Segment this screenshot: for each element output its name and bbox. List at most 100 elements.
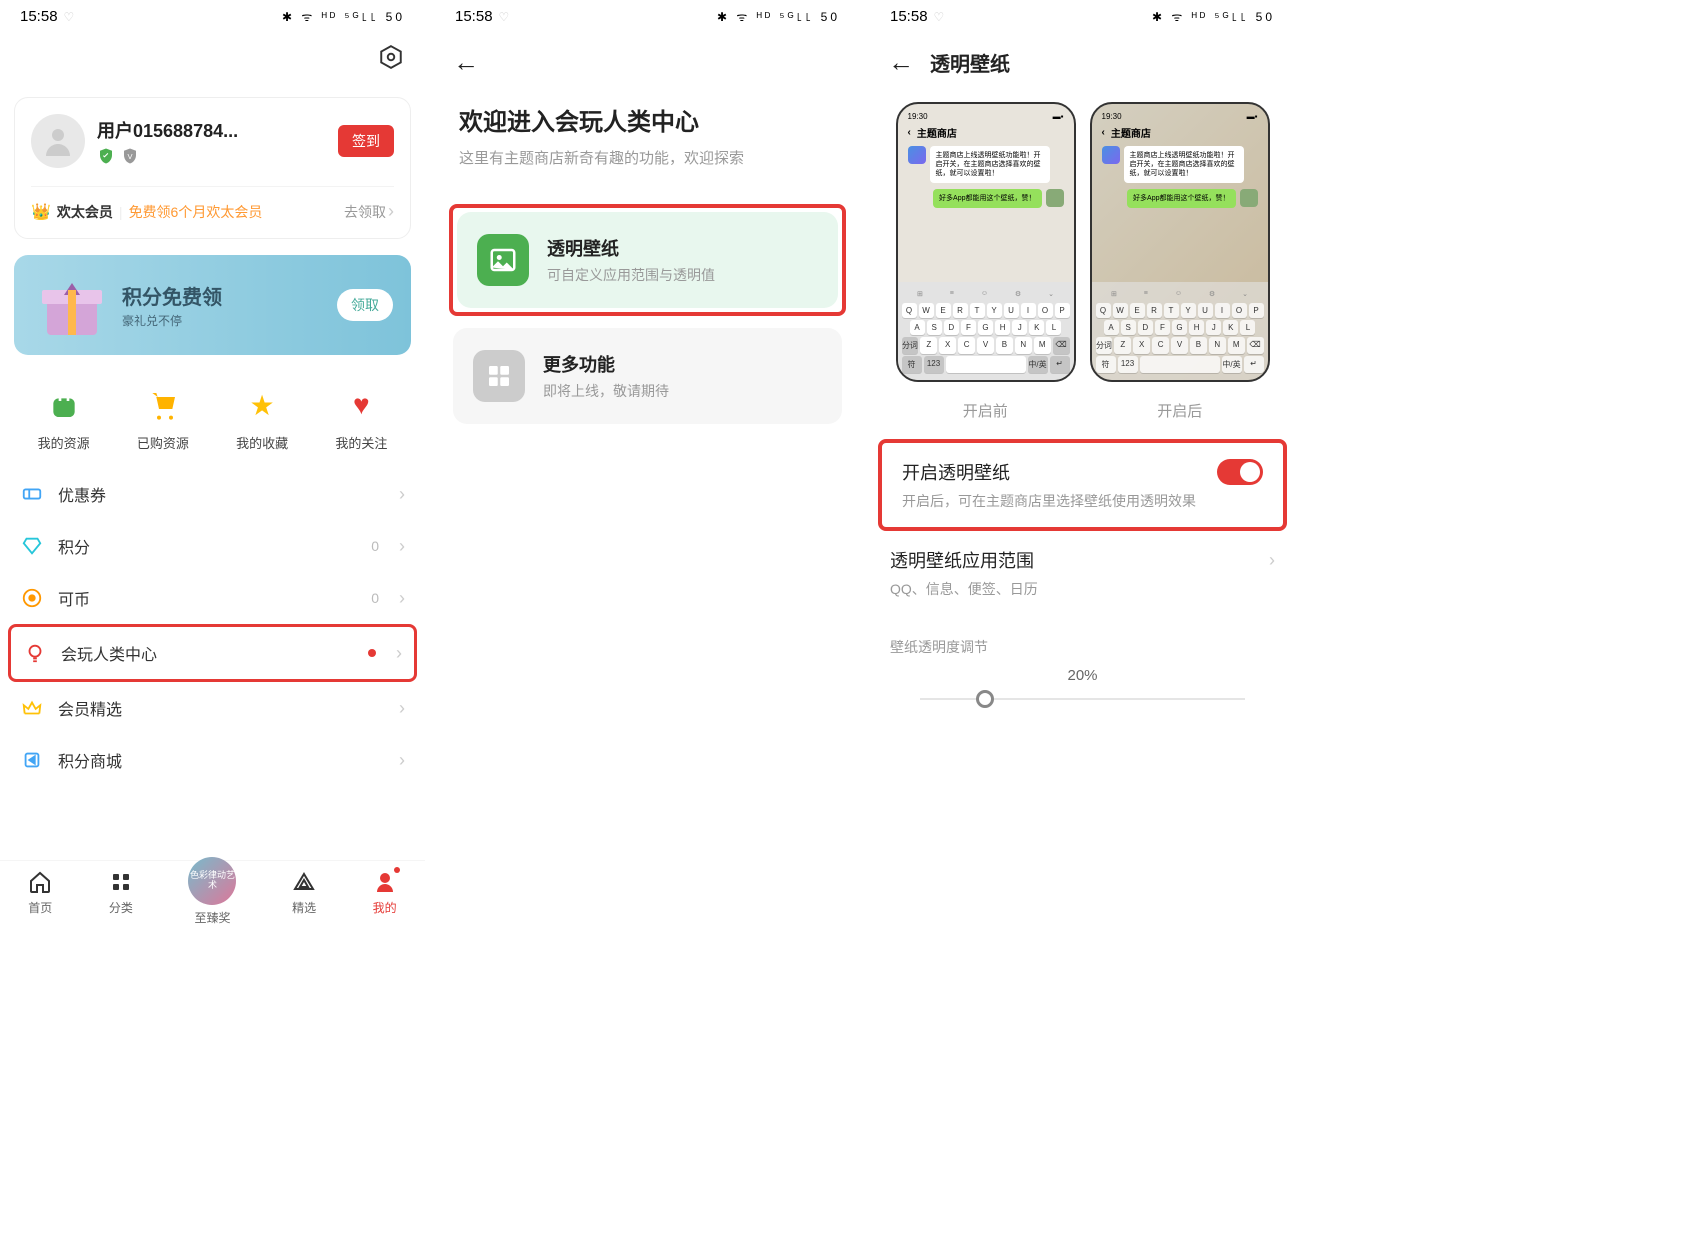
quick-favorites[interactable]: ★ 我的收藏 [236, 387, 288, 452]
quick-follow[interactable]: ♥ 我的关注 [335, 387, 387, 452]
member-promo: 免费领6个月欢太会员 [129, 202, 263, 222]
menu-points-mall[interactable]: 积分商城 › [14, 734, 411, 786]
setting-scope[interactable]: 透明壁纸应用范围 › QQ、信息、便签、日历 [870, 531, 1295, 615]
back-icon: ‹ [1102, 127, 1105, 138]
nav-home[interactable]: 首页 [27, 869, 53, 926]
status-time: 15:58 [455, 8, 493, 25]
quick-label: 我的关注 [335, 433, 387, 452]
settings-button[interactable] [0, 33, 425, 87]
home-icon [27, 869, 53, 895]
chevron-right-icon: › [399, 750, 405, 771]
nav-featured[interactable]: 精选 [291, 869, 317, 926]
shield-green-icon [97, 147, 115, 165]
heart-icon: ♡ [499, 10, 510, 24]
opacity-label: 壁纸透明度调节 [890, 637, 1275, 657]
feature-title: 透明壁纸 [547, 235, 715, 261]
feature-subtitle: 可自定义应用范围与透明值 [547, 265, 715, 285]
gear-icon [377, 43, 405, 71]
chat-avatar-icon [1102, 146, 1120, 164]
menu-points[interactable]: 积分 0 › [14, 520, 411, 572]
page-title: 透明壁纸 [930, 48, 1010, 77]
nav-category[interactable]: 分类 [108, 869, 134, 926]
opacity-slider[interactable] [920, 698, 1245, 700]
heart-icon: ♡ [64, 10, 75, 24]
menu-coin[interactable]: 可币 0 › [14, 572, 411, 624]
setting-enable[interactable]: 开启透明壁纸 开启后，可在主题商店里选择壁纸使用透明效果 [882, 443, 1283, 527]
toggle-switch[interactable] [1217, 459, 1263, 485]
status-bar: 15:58♡ ✱ ᯤ ᴴᴰ ⁵ᴳ꜖꜖ 50 [870, 0, 1295, 33]
menu-premium[interactable]: 会员精选 › [14, 682, 411, 734]
keyboard-preview: ⊞≡☺⚙⌄ QWERTYUIOP ASDFGHJKL 分词ZXCVBNM⌫ 符1… [898, 282, 1074, 380]
phone-screen-2: 15:58♡ ✱ ᯤ ᴴᴰ ⁵ᴳ꜖꜖ 50 ← 欢迎进入会玩人类中心 这里有主题… [435, 0, 860, 940]
feature-subtitle: 即将上线，敬请期待 [543, 381, 669, 401]
shield-gray-icon: V [121, 147, 139, 165]
nav-label: 分类 [109, 899, 133, 916]
points-banner[interactable]: 积分免费领 豪礼兑不停 领取 [14, 255, 411, 355]
chat-msg: 好多App都能用这个壁纸，赞！ [1127, 189, 1235, 208]
bulb-icon [23, 641, 47, 665]
nav-mine[interactable]: 我的 [372, 869, 398, 926]
image-icon [477, 234, 529, 286]
signin-button[interactable]: 签到 [338, 125, 394, 157]
highlight-annotation: 开启透明壁纸 开启后，可在主题商店里选择壁纸使用透明效果 [878, 439, 1287, 531]
header-row: ← 透明壁纸 [870, 33, 1295, 92]
user-badges: V [97, 147, 326, 165]
heart-icon: ♡ [934, 10, 945, 24]
triangle-icon [291, 869, 317, 895]
label-after: 开启后 [1157, 400, 1202, 421]
back-icon: ‹ [908, 127, 911, 138]
status-icons: ✱ ᯤ ᴴᴰ ⁵ᴳ꜖꜖ 50 [1152, 8, 1275, 25]
quick-purchased[interactable]: 已购资源 [137, 387, 189, 452]
nav-award[interactable]: 色彩律动艺术 至臻奖 [188, 869, 236, 926]
setting-opacity: 壁纸透明度调节 20% [870, 615, 1295, 730]
keyboard-preview: ⊞≡☺⚙⌄ QWERTYUIOP ASDFGHJKL 分词ZXCVBNM⌫ 符1… [1092, 282, 1268, 380]
nav-label: 首页 [28, 899, 52, 916]
preview-before: 19:30▬▪ ‹主题商店 主题商店上线透明壁纸功能啦！开启开关，在主题商店选择… [896, 102, 1076, 382]
username[interactable]: 用户015688784... [97, 117, 326, 143]
setting-subtitle: 开启后，可在主题商店里选择壁纸使用透明效果 [902, 491, 1263, 511]
chat-avatar-icon [1240, 189, 1258, 207]
setting-subtitle: QQ、信息、便签、日历 [890, 579, 1275, 599]
points-title: 积分免费领 [122, 281, 337, 310]
preview-header: 主题商店 [917, 125, 957, 140]
chevron-right-icon: › [399, 588, 405, 609]
chevron-right-icon: › [399, 536, 405, 557]
preview-signal-icon: ▬▪ [1053, 112, 1064, 121]
heart-icon: ♥ [343, 387, 379, 423]
coin-icon [20, 586, 44, 610]
setting-title: 开启透明壁纸 [902, 459, 1010, 485]
menu-value: 0 [371, 538, 379, 554]
quick-label: 我的资源 [38, 433, 90, 452]
highlight-annotation: 透明壁纸 可自定义应用范围与透明值 [449, 204, 846, 316]
ticket-icon [20, 482, 44, 506]
menu-play-center[interactable]: 会玩人类中心 › [8, 624, 417, 682]
quick-label: 已购资源 [137, 433, 189, 452]
phone-screen-1: 15:58♡ ✱ ᯤ ᴴᴰ ⁵ᴳ꜖꜖ 50 用户015688784... V 签… [0, 0, 425, 940]
menu-value: 0 [371, 590, 379, 606]
crown-outline-icon [20, 696, 44, 720]
welcome-subtitle: 这里有主题商店新奇有趣的功能，欢迎探索 [459, 147, 836, 168]
mall-icon [20, 748, 44, 772]
quick-my-resources[interactable]: 我的资源 [38, 387, 90, 452]
preview-labels: 开启前 开启后 [870, 392, 1295, 439]
claim-button[interactable]: 领取 [337, 289, 393, 321]
setting-title: 透明壁纸应用范围 [890, 547, 1034, 573]
person-icon [372, 869, 398, 895]
chevron-right-icon: › [399, 698, 405, 719]
user-card: 用户015688784... V 签到 👑 欢太会员 | 免费领6个月欢太会员 … [14, 97, 411, 239]
cart-icon [145, 387, 181, 423]
chat-avatar-icon [1046, 189, 1064, 207]
menu-coupon[interactable]: 优惠券 › [14, 468, 411, 520]
welcome-title: 欢迎进入会玩人类中心 [459, 102, 836, 137]
slider-handle-icon[interactable] [976, 690, 994, 708]
member-row[interactable]: 👑 欢太会员 | 免费领6个月欢太会员 去领取 › [31, 186, 394, 222]
avatar[interactable] [31, 114, 85, 168]
back-button[interactable]: ← [888, 47, 914, 78]
nav-label: 至臻奖 [194, 909, 230, 926]
back-button[interactable]: ← [435, 33, 860, 92]
feature-title: 更多功能 [543, 351, 669, 377]
status-bar: 15:58♡ ✱ ᯤ ᴴᴰ ⁵ᴳ꜖꜖ 50 [0, 0, 425, 33]
crown-icon: 👑 [31, 202, 51, 222]
feature-transparent-wallpaper[interactable]: 透明壁纸 可自定义应用范围与透明值 [457, 212, 838, 308]
diamond-icon [20, 534, 44, 558]
